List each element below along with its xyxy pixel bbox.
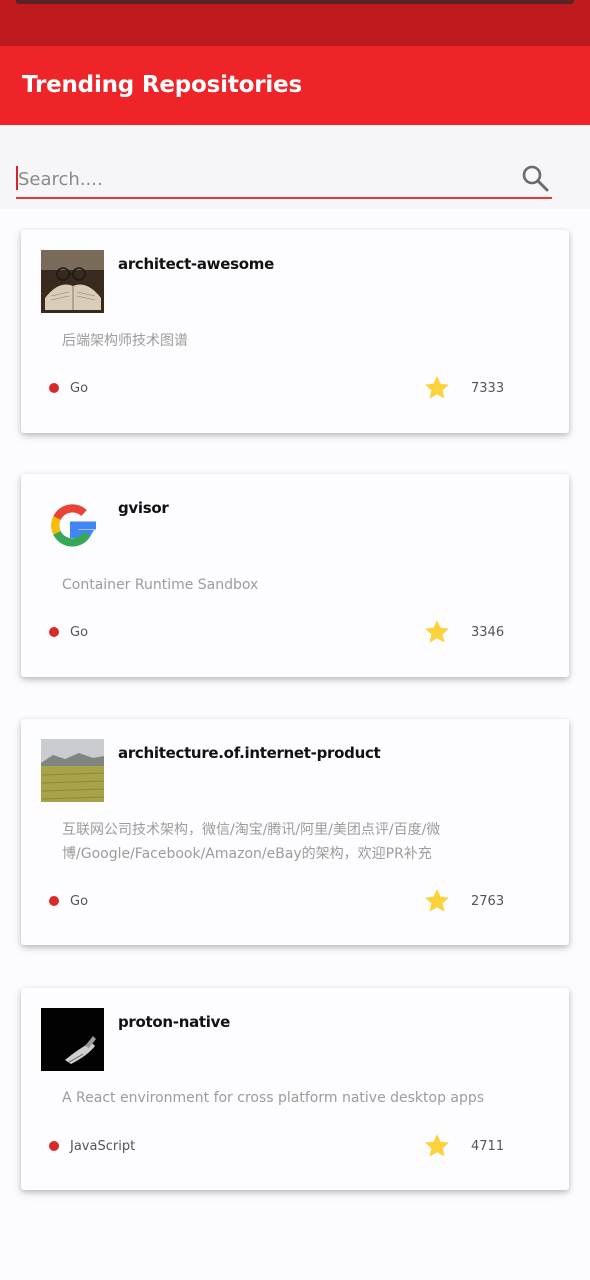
star-count: 7333 [471, 381, 505, 396]
status-bar-notch [16, 0, 574, 4]
star-icon[interactable] [423, 887, 451, 915]
star-count: 3346 [471, 625, 505, 640]
language-label: Go [70, 381, 89, 396]
repo-avatar [41, 250, 104, 313]
repo-description: A React environment for cross platform n… [62, 1090, 485, 1106]
repo-avatar [41, 1008, 104, 1071]
star-icon[interactable] [423, 374, 451, 402]
repo-card[interactable]: proton-native A React environment for cr… [21, 988, 569, 1190]
language-label: JavaScript [70, 1139, 136, 1154]
repo-name[interactable]: gvisor [118, 499, 169, 517]
repo-description: 互联网公司技术架构，微信/淘宝/腾讯/阿里/美团点评/百度/微博/Google/… [62, 822, 441, 862]
search-box[interactable] [16, 163, 552, 199]
star-icon[interactable] [423, 1132, 451, 1160]
repo-card[interactable]: architecture.of.internet-product 互联网公司技术… [21, 719, 569, 945]
language-dot [49, 896, 59, 906]
star-icon[interactable] [423, 618, 451, 646]
search-input[interactable] [18, 163, 508, 195]
repo-description: Container Runtime Sandbox [62, 577, 259, 593]
language-label: Go [70, 625, 89, 640]
repo-card[interactable]: architect-awesome 后端架构师技术图谱 Go 7333 [21, 230, 569, 433]
language-dot [49, 383, 59, 393]
repo-description: 后端架构师技术图谱 [62, 333, 188, 349]
status-bar [0, 0, 590, 46]
page-title: Trending Repositories [22, 72, 302, 98]
search-icon[interactable] [520, 163, 550, 193]
language-label: Go [70, 894, 89, 909]
repo-avatar [41, 494, 104, 557]
star-count: 2763 [471, 894, 505, 909]
repo-card[interactable]: gvisor Container Runtime Sandbox Go 3346 [21, 474, 569, 677]
repo-name[interactable]: architecture.of.internet-product [118, 744, 381, 762]
repo-name[interactable]: architect-awesome [118, 255, 274, 273]
repo-name[interactable]: proton-native [118, 1013, 230, 1031]
language-dot [49, 1141, 59, 1151]
search-area [0, 125, 590, 209]
star-count: 4711 [471, 1139, 505, 1154]
repo-avatar [41, 739, 104, 802]
language-dot [49, 627, 59, 637]
google-icon [41, 494, 104, 557]
app-bar: Trending Repositories [0, 46, 590, 125]
